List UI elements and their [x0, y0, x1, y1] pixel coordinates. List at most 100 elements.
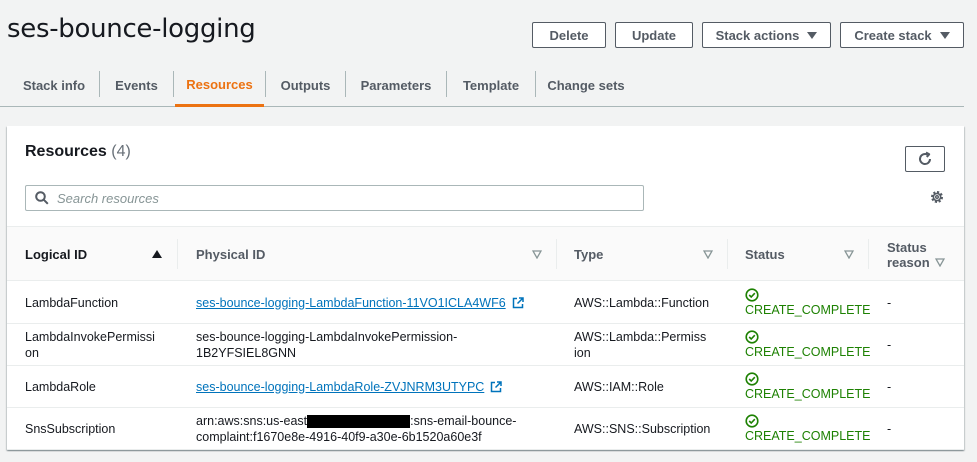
column-header-status-reason[interactable]: Status reason — [887, 227, 930, 282]
tab-template[interactable]: Template — [448, 64, 534, 106]
external-link-icon[interactable] — [512, 296, 524, 309]
status-cell: CREATE_COMPLETE — [745, 282, 871, 323]
logical-id-cell: LambdaInvokePermission — [25, 329, 155, 360]
table-row: SnsSubscription arn:aws:sns:us-east:sns-… — [7, 408, 964, 450]
type-cell: AWS::SNS::Subscription — [574, 421, 711, 436]
column-divider — [727, 239, 728, 269]
status-text: CREATE_COMPLETE — [745, 428, 871, 443]
column-header-logical-id[interactable]: Logical ID — [25, 227, 155, 282]
tab-change-sets[interactable]: Change sets — [537, 64, 635, 106]
physical-id-line-2: complaint:f1670e8e-4916-40f9-a30e-6b1520… — [196, 429, 482, 444]
status-reason-cell: - — [887, 379, 892, 394]
status-success-icon — [745, 413, 759, 428]
column-label: Type — [574, 247, 604, 262]
status-success-icon — [745, 287, 759, 302]
status-reason-cell: - — [887, 295, 892, 310]
sort-descending-icon[interactable] — [935, 258, 945, 267]
tab-label: Template — [462, 77, 520, 93]
update-button-label: Update — [631, 27, 677, 43]
status-text: CREATE_COMPLETE — [745, 386, 871, 401]
tab-divider — [446, 71, 447, 97]
column-label: Physical ID — [196, 247, 266, 262]
physical-id-cell: arn:aws:sns:us-east:sns-email-bounce- co… — [196, 408, 556, 449]
tab-bar: Stack info Events Resources Outputs Para… — [0, 64, 964, 107]
tab-divider — [265, 71, 266, 97]
table-header: Logical ID Physical ID Type Status Statu… — [7, 226, 964, 281]
stack-actions-label: Stack actions — [715, 27, 800, 43]
physical-id-cell: ses-bounce-logging-LambdaFunction-11VO1I… — [196, 282, 556, 323]
table-row: LambdaInvokePermission ses-bounce-loggin… — [7, 324, 964, 366]
delete-button-label: Delete — [549, 27, 589, 43]
status-reason-cell: - — [887, 337, 892, 352]
tab-label: Change sets — [547, 77, 625, 93]
sort-ascending-icon[interactable] — [152, 250, 162, 259]
physical-id-cell: ses-bounce-logging-LambdaInvokePermissio… — [196, 329, 458, 360]
physical-id-link[interactable]: ses-bounce-logging-LambdaRole-ZVJNRM3UTY… — [196, 379, 484, 395]
tab-divider — [99, 71, 100, 97]
resources-title: Resources — [25, 143, 107, 160]
tab-label: Resources — [186, 76, 253, 92]
status-text: CREATE_COMPLETE — [745, 344, 871, 359]
physical-id-line-1: arn:aws:sns:us-east:sns-email-bounce- — [196, 413, 516, 429]
delete-button[interactable]: Delete — [532, 22, 606, 48]
physical-id-link[interactable]: ses-bounce-logging-LambdaFunction-11VO1I… — [196, 295, 506, 311]
tab-parameters[interactable]: Parameters — [347, 64, 445, 106]
tab-divider — [535, 71, 536, 97]
status-reason-cell: - — [887, 421, 892, 436]
status-success-icon — [745, 329, 759, 344]
tab-divider — [345, 71, 346, 97]
sort-descending-icon[interactable] — [844, 250, 854, 259]
tab-label: Parameters — [360, 77, 432, 93]
column-label: Logical ID — [25, 247, 88, 262]
tab-resources[interactable]: Resources — [175, 64, 264, 107]
tab-events[interactable]: Events — [101, 64, 172, 106]
tab-outputs[interactable]: Outputs — [267, 64, 344, 106]
stack-actions-button[interactable]: Stack actions — [702, 22, 831, 48]
search-box[interactable] — [25, 185, 644, 211]
sort-descending-icon[interactable] — [532, 250, 542, 259]
column-divider — [556, 239, 557, 269]
redaction-bar — [307, 414, 411, 428]
column-header-physical-id[interactable]: Physical ID — [196, 227, 496, 282]
create-stack-label: Create stack — [854, 27, 932, 43]
status-cell: CREATE_COMPLETE — [745, 324, 871, 365]
column-label: Status reason — [887, 239, 930, 270]
type-cell: AWS::Lambda::Function — [574, 295, 710, 310]
sort-descending-icon[interactable] — [703, 250, 713, 259]
tab-stack-info[interactable]: Stack info — [10, 64, 98, 106]
logical-id-cell: LambdaFunction — [25, 295, 119, 310]
type-cell: AWS::Lambda::Permission — [574, 329, 707, 360]
create-stack-button[interactable]: Create stack — [840, 22, 964, 48]
resources-panel: Resources (4) Logical ID Physical ID Typ… — [7, 126, 964, 450]
table-row: LambdaFunction ses-bounce-logging-Lambda… — [7, 282, 964, 324]
logical-id-cell: LambdaRole — [25, 379, 96, 394]
column-label: Status — [745, 247, 785, 262]
caret-down-icon — [939, 31, 950, 39]
table-row: LambdaRole ses-bounce-logging-LambdaRole… — [7, 366, 964, 408]
page-title: ses-bounce-logging — [7, 14, 256, 44]
refresh-button[interactable] — [905, 146, 945, 172]
column-header-type[interactable]: Type — [574, 227, 694, 282]
status-success-icon — [745, 371, 759, 386]
physical-id-suffix: :sns-email-bounce- — [410, 413, 517, 428]
search-input[interactable] — [57, 187, 617, 209]
status-text: CREATE_COMPLETE — [745, 302, 871, 317]
column-header-status[interactable]: Status — [745, 227, 835, 282]
search-icon — [35, 191, 49, 205]
logical-id-cell: SnsSubscription — [25, 421, 116, 436]
tab-label: Events — [115, 77, 158, 93]
resources-heading: Resources (4) — [25, 143, 131, 161]
tab-label: Stack info — [22, 77, 86, 93]
tab-divider — [173, 71, 174, 97]
type-cell: AWS::IAM::Role — [574, 379, 664, 394]
caret-down-icon — [807, 31, 818, 39]
external-link-icon[interactable] — [490, 380, 503, 393]
gear-icon[interactable] — [929, 189, 945, 205]
physical-id-cell: ses-bounce-logging-LambdaRole-ZVJNRM3UTY… — [196, 366, 556, 407]
column-divider — [177, 239, 178, 269]
status-cell: CREATE_COMPLETE — [745, 366, 871, 407]
tab-label: Outputs — [280, 77, 331, 93]
update-button[interactable]: Update — [615, 22, 693, 48]
refresh-icon — [919, 151, 932, 165]
column-divider — [868, 239, 869, 269]
